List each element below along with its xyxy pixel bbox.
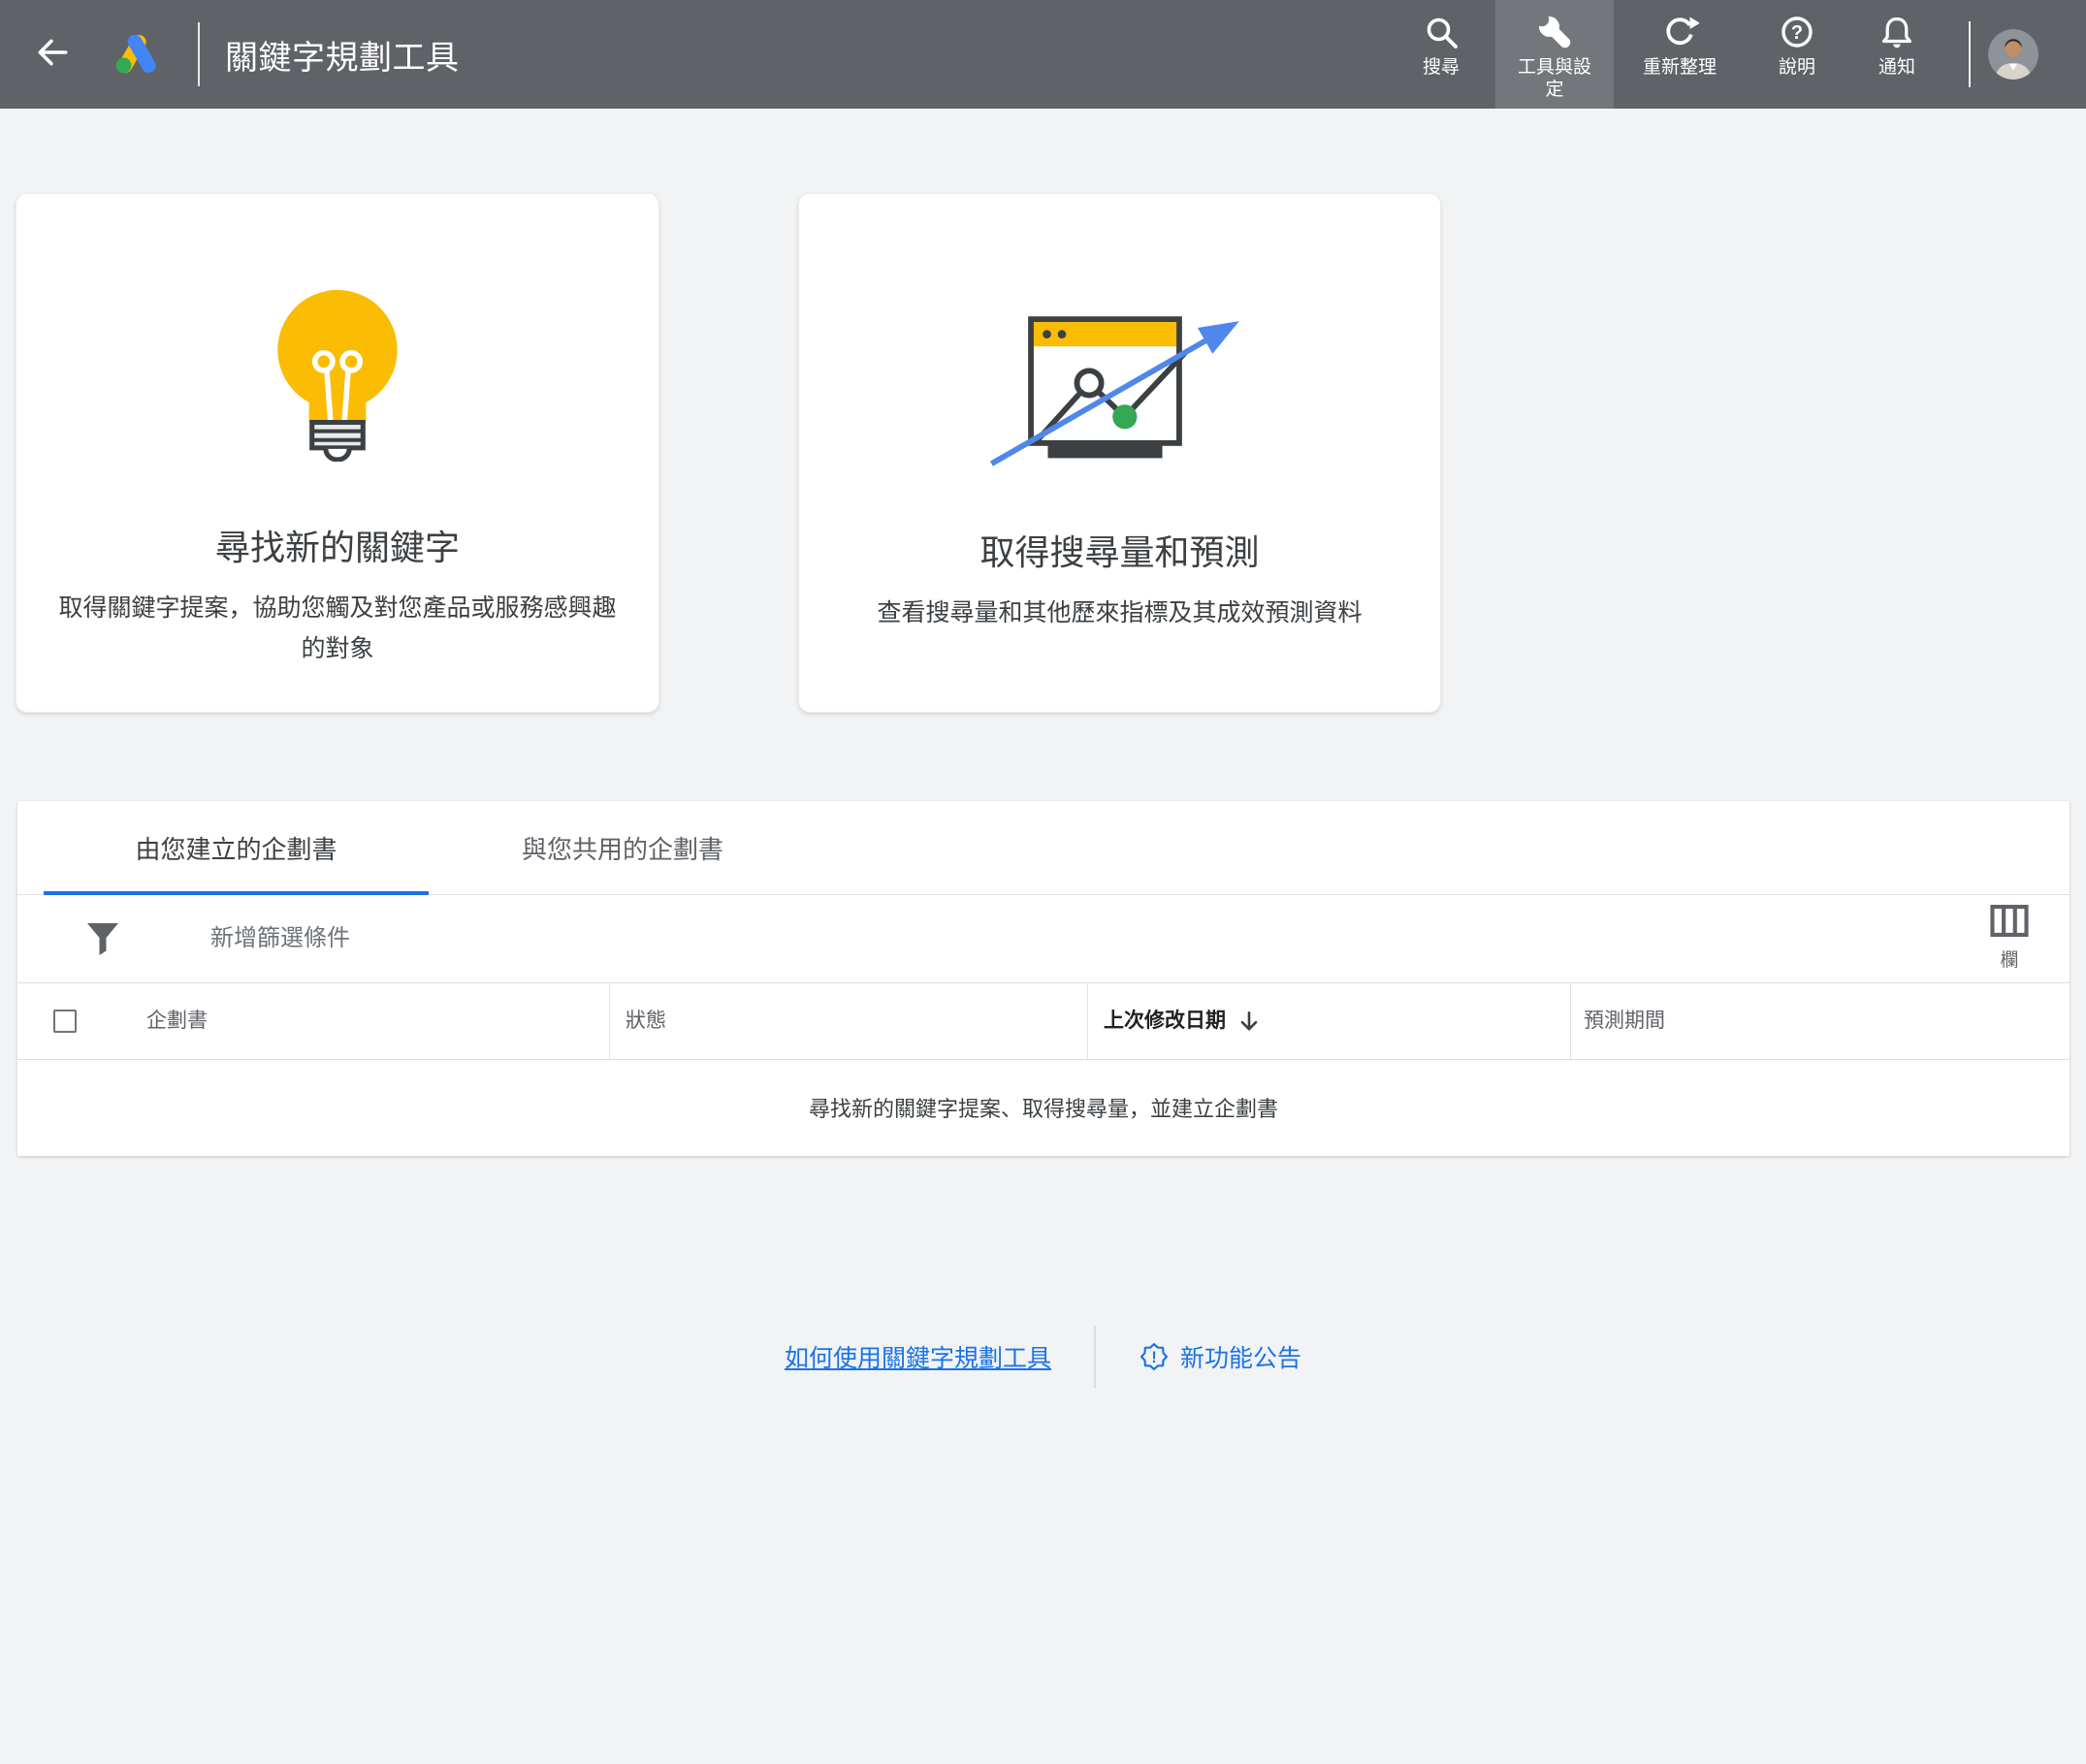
tab-plans-created-by-you[interactable]: 由您建立的企劃書	[44, 801, 429, 894]
new-features-announcement-link[interactable]: ! 新功能公告	[1140, 1339, 1301, 1374]
svg-text:?: ?	[1791, 22, 1803, 44]
bell-icon	[1877, 13, 1916, 51]
filter-icon[interactable]	[85, 918, 120, 964]
refresh-button[interactable]: 重新整理	[1614, 0, 1746, 109]
card-title: 取得搜尋量和預測	[979, 525, 1259, 575]
help-icon: ?	[1778, 13, 1816, 51]
chart-forecast-icon	[975, 292, 1266, 474]
plans-table-header: 企劃書 狀態 上次修改日期 預測期間	[17, 983, 2070, 1060]
card-description: 查看搜尋量和其他歷來指標及其成效預測資料	[837, 593, 1403, 633]
empty-state-message: 尋找新的關鍵字提案、取得搜尋量，並建立企劃書	[17, 1060, 2070, 1155]
column-header-plan[interactable]: 企劃書	[146, 983, 208, 1059]
discover-keywords-card[interactable]: 尋找新的關鍵字 取得關鍵字提案，協助您觸及對您產品或服務感興趣的對象	[16, 193, 659, 713]
column-divider	[1570, 983, 1571, 1059]
how-to-use-link[interactable]: 如何使用關鍵字規劃工具	[785, 1339, 1051, 1374]
search-icon	[1423, 13, 1460, 51]
add-filter-input[interactable]: 新增篩選條件	[210, 895, 350, 982]
card-title: 尋找新的關鍵字	[215, 520, 460, 570]
tab-plans-shared-with-you[interactable]: 與您共用的企劃書	[429, 801, 817, 894]
lightbulb-icon	[264, 287, 411, 469]
refresh-icon	[1660, 13, 1699, 51]
card-description: 取得關鍵字提案，協助您觸及對您產品或服務感興趣的對象	[54, 588, 621, 669]
column-header-last-modified[interactable]: 上次修改日期	[1104, 983, 1261, 1059]
notifications-button[interactable]: 通知	[1848, 0, 1945, 109]
columns-button-label: 欄	[1978, 946, 2040, 972]
columns-button[interactable]: 欄	[1978, 905, 2040, 972]
new-releases-icon: !	[1140, 1343, 1168, 1370]
page-footer: 如何使用關鍵字規劃工具 ! 新功能公告	[0, 1325, 2086, 1389]
back-button[interactable]	[29, 31, 76, 78]
search-volume-forecast-card[interactable]: 取得搜尋量和預測 查看搜尋量和其他歷來指標及其成效預測資料	[798, 193, 1441, 713]
back-arrow-icon	[34, 34, 71, 76]
column-divider	[609, 983, 610, 1059]
app-header: 關鍵字規劃工具 搜尋 工具與設定	[0, 0, 2086, 109]
sort-descending-icon	[1237, 1010, 1261, 1033]
column-header-forecast-period[interactable]: 預測期間	[1584, 983, 1665, 1059]
column-header-status[interactable]: 狀態	[626, 983, 666, 1059]
plans-panel: 由您建立的企劃書 與您共用的企劃書 新增篩選條件 欄 企劃書	[17, 801, 2070, 1156]
columns-icon	[1990, 924, 2029, 941]
help-button[interactable]: ? 說明	[1746, 0, 1848, 109]
select-all-checkbox[interactable]	[53, 1010, 77, 1033]
header-divider	[198, 22, 200, 86]
page-title: 關鍵字規劃工具	[225, 31, 460, 79]
header-divider	[1969, 21, 1971, 87]
plans-tabs: 由您建立的企劃書 與您共用的企劃書	[17, 801, 2070, 895]
footer-divider	[1094, 1326, 1096, 1388]
user-avatar[interactable]	[1988, 29, 2038, 80]
search-button[interactable]: 搜尋	[1387, 0, 1495, 109]
filter-bar: 新增篩選條件 欄	[17, 895, 2070, 983]
google-ads-logo-icon[interactable]	[114, 34, 159, 75]
header-toolbar: 搜尋 工具與設定 重新整理	[1387, 0, 1945, 109]
column-divider	[1087, 983, 1088, 1059]
wrench-icon	[1535, 13, 1574, 51]
svg-text:!: !	[1151, 1349, 1156, 1366]
tools-and-settings-button[interactable]: 工具與設定	[1495, 0, 1614, 109]
